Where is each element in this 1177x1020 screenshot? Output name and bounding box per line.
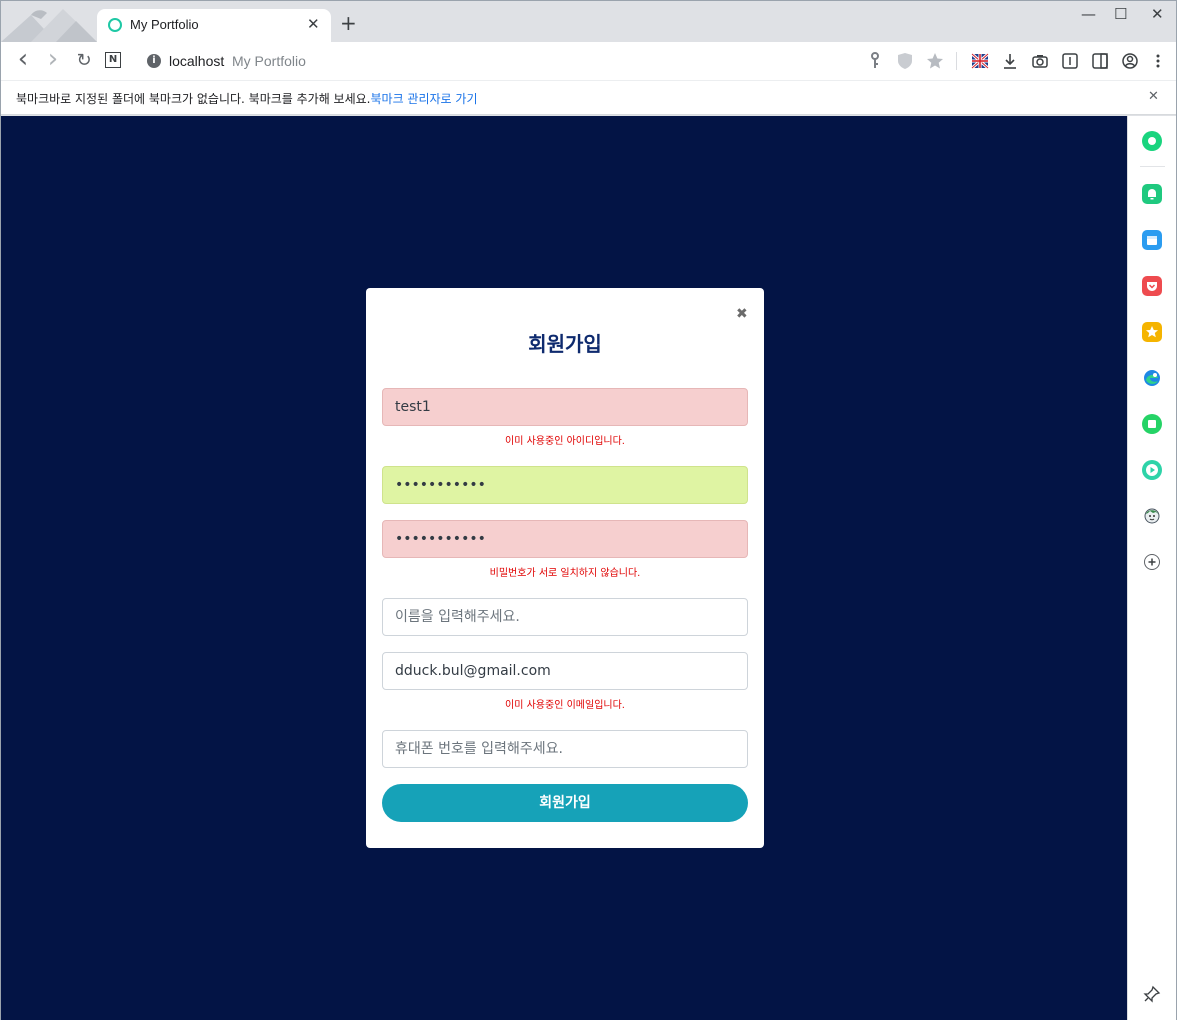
modal-title: 회원가입 [528,332,602,356]
bookmark-bar-text: 북마크바로 지정된 폴더에 북마크가 없습니다. 북마크를 추가해 보세요. [16,92,371,106]
theme-art [1,1,97,42]
new-tab-button[interactable]: + [340,13,357,33]
tab-close-icon[interactable]: ✕ [307,15,320,33]
minimize-button[interactable]: — [1081,5,1096,23]
bookmark-manager-link[interactable]: 북마크 관리자로 가기 [371,92,478,106]
whale-favicon-icon [108,18,122,32]
n-icon[interactable]: N [105,52,121,68]
password-confirm-input[interactable]: ••••••••••• [382,520,748,558]
avatar-icon[interactable] [1142,506,1162,526]
back-button[interactable]: ‹ [13,46,33,72]
star-icon[interactable] [1142,322,1162,342]
password-input[interactable]: ••••••••••• [382,466,748,504]
plus-icon[interactable] [1144,554,1160,570]
side-panel-divider [1140,166,1165,167]
tab-strip: My Portfolio ✕ + — ☐ ✕ [1,1,1176,42]
tab-title: My Portfolio [130,17,199,32]
signup-modal: ✖ 회원가입 test1 이미 사용중인 아이디입니다. •••••••••••… [366,288,764,848]
reader-mode-icon[interactable] [1060,51,1080,71]
url-host[interactable]: localhost [169,53,224,69]
url-page-title[interactable]: My Portfolio [232,53,306,69]
download-icon[interactable] [1000,51,1020,71]
note-icon[interactable] [1142,414,1162,434]
whale-icon[interactable] [1142,131,1162,151]
forward-button[interactable]: › [43,46,63,72]
bookmark-bar: 북마크바로 지정된 폴더에 북마크가 없습니다. 북마크를 추가해 보세요.북마… [1,80,1176,115]
bookmark-bar-message: 북마크바로 지정된 폴더에 북마크가 없습니다. 북마크를 추가해 보세요.북마… [16,90,478,107]
edge-icon[interactable] [1142,368,1162,388]
bookmark-star-icon[interactable] [925,51,945,71]
reload-button[interactable]: ↻ [74,51,94,71]
split-view-icon[interactable] [1090,51,1110,71]
translate-flag-icon[interactable] [970,51,990,71]
site-info-icon[interactable]: i [147,54,161,68]
email-input[interactable]: dduck.bul@gmail.com [382,652,748,690]
shield-icon[interactable] [895,51,915,71]
calendar-icon[interactable] [1142,230,1162,250]
side-panel [1127,116,1176,1020]
password-confirm-error-message: 비밀번호가 서로 일치하지 않습니다. [489,568,641,579]
id-input[interactable]: test1 [382,388,748,426]
signup-submit-button[interactable]: 회원가입 [382,784,748,822]
key-icon[interactable] [865,51,885,71]
camera-icon[interactable] [1030,51,1050,71]
id-error-message: 이미 사용중인 아이디입니다. [505,436,625,447]
maximize-button[interactable]: ☐ [1114,5,1127,23]
tab-my-portfolio[interactable]: My Portfolio ✕ [97,9,331,42]
name-input[interactable]: 이름을 입력해주세요. [382,598,748,636]
close-window-button[interactable]: ✕ [1151,5,1164,23]
phone-input[interactable]: 휴대폰 번호를 입력해주세요. [382,730,748,768]
profile-icon[interactable] [1120,51,1140,71]
play-icon[interactable] [1142,460,1162,480]
bell-icon[interactable] [1142,184,1162,204]
toolbar: ‹ › ↻ N i localhost My Portfolio [1,42,1176,80]
email-error-message: 이미 사용중인 이메일입니다. [505,700,625,711]
modal-close-icon[interactable]: ✖ [736,306,748,322]
bookmark-bar-close-icon[interactable]: ✕ [1148,89,1159,104]
browser-window: My Portfolio ✕ + — ☐ ✕ ‹ › ↻ N i localho… [0,0,1177,1020]
pocket-icon[interactable] [1142,276,1162,296]
pin-icon[interactable] [1142,984,1162,1004]
menu-kebab-icon[interactable] [1148,51,1168,71]
toolbar-divider [956,52,957,70]
